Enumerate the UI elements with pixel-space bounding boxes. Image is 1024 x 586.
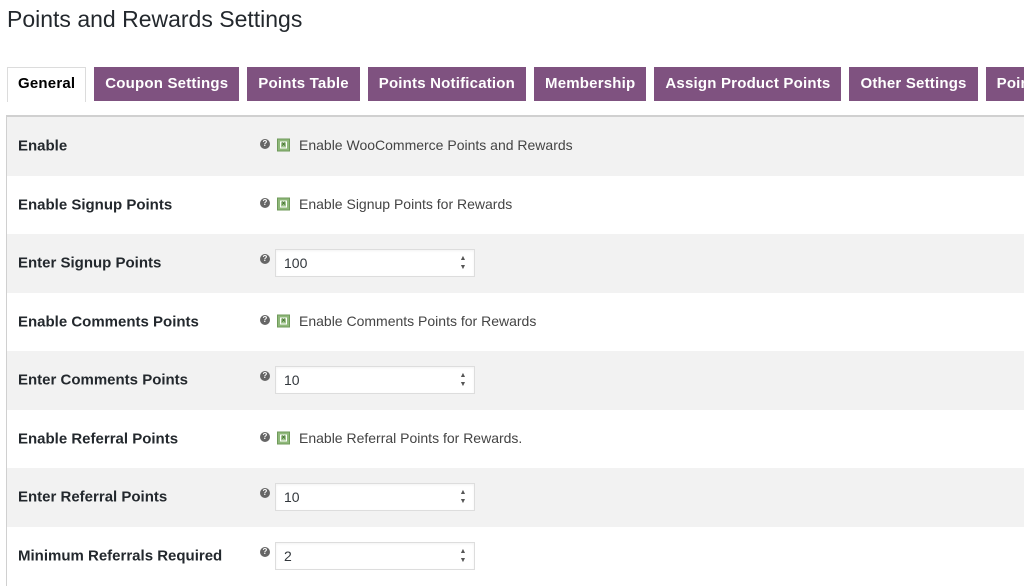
- setting-row-min-referrals: Minimum Referrals Required ? 2 ▲ ▼: [7, 526, 1024, 585]
- setting-label: Enter Referral Points: [18, 488, 168, 506]
- checkbox-label[interactable]: Enable Referral Points for Rewards.: [299, 430, 522, 446]
- help-icon[interactable]: ?: [260, 314, 270, 325]
- number-spinner[interactable]: ▲ ▼: [459, 547, 467, 565]
- settings-table: Enable ? × Enable WooCommerce Points and…: [6, 115, 1024, 586]
- enable-referral-checkbox[interactable]: ×: [277, 431, 290, 445]
- tab-assign-product-points[interactable]: Assign Product Points: [654, 67, 842, 101]
- tab-other-settings[interactable]: Other Settings: [849, 67, 978, 101]
- signup-points-input[interactable]: 100 ▲ ▼: [275, 249, 475, 278]
- setting-row-enable-signup: Enable Signup Points ? × Enable Signup P…: [7, 175, 1024, 234]
- check-icon: ×: [280, 200, 287, 208]
- input-value: 100: [284, 255, 308, 272]
- number-spinner[interactable]: ▲ ▼: [459, 254, 467, 272]
- tab-coupon-settings[interactable]: Coupon Settings: [94, 67, 240, 101]
- setting-row-comments-points: Enter Comments Points ? 10 ▲ ▼: [7, 351, 1024, 410]
- help-icon[interactable]: ?: [260, 546, 270, 557]
- spinner-down-icon[interactable]: ▼: [459, 556, 467, 565]
- tab-points-notification[interactable]: Points Notification: [367, 67, 527, 101]
- setting-row-referral-points: Enter Referral Points ? 10 ▲ ▼: [7, 468, 1024, 527]
- input-value: 10: [284, 372, 300, 389]
- help-icon[interactable]: ?: [260, 488, 270, 498]
- spinner-up-icon[interactable]: ▲: [459, 254, 467, 263]
- help-icon[interactable]: ?: [260, 431, 270, 442]
- comments-points-input[interactable]: 10 ▲ ▼: [275, 366, 475, 395]
- setting-row-enable-comments: Enable Comments Points ? × Enable Commen…: [7, 292, 1024, 351]
- enable-comments-checkbox[interactable]: ×: [277, 314, 290, 328]
- checkbox-label[interactable]: Enable Signup Points for Rewards: [299, 196, 512, 212]
- spinner-down-icon[interactable]: ▼: [459, 497, 467, 506]
- setting-row-enable-referral: Enable Referral Points ? × Enable Referr…: [7, 409, 1024, 468]
- spinner-down-icon[interactable]: ▼: [459, 380, 467, 389]
- tab-points-table[interactable]: Points Table: [247, 67, 360, 101]
- tab-points-expiration[interactable]: Points Exp: [985, 67, 1024, 101]
- tab-general[interactable]: General: [7, 67, 87, 102]
- setting-row-enable: Enable ? × Enable WooCommerce Points and…: [7, 117, 1024, 176]
- help-icon[interactable]: ?: [260, 371, 270, 381]
- spinner-down-icon[interactable]: ▼: [459, 263, 467, 272]
- tab-membership[interactable]: Membership: [534, 67, 647, 101]
- number-spinner[interactable]: ▲ ▼: [459, 371, 467, 389]
- checkbox-label[interactable]: Enable WooCommerce Points and Rewards: [299, 137, 573, 153]
- min-referrals-input[interactable]: 2 ▲ ▼: [275, 541, 475, 570]
- setting-row-signup-points: Enter Signup Points ? 100 ▲ ▼: [7, 234, 1024, 293]
- check-icon: ×: [280, 434, 287, 442]
- page-title: Points and Rewards Settings: [7, 6, 303, 32]
- referral-points-input[interactable]: 10 ▲ ▼: [275, 483, 475, 512]
- input-value: 2: [284, 547, 292, 564]
- help-icon[interactable]: ?: [260, 139, 270, 150]
- setting-label: Enable Referral Points: [18, 430, 179, 448]
- check-icon: ×: [280, 317, 287, 325]
- spinner-up-icon[interactable]: ▲: [459, 547, 467, 556]
- help-icon[interactable]: ?: [260, 254, 270, 264]
- enable-signup-checkbox[interactable]: ×: [277, 197, 290, 211]
- check-icon: ×: [280, 141, 287, 149]
- number-spinner[interactable]: ▲ ▼: [459, 488, 467, 506]
- setting-label: Enter Signup Points: [18, 254, 162, 272]
- help-icon[interactable]: ?: [260, 197, 270, 208]
- input-value: 10: [284, 489, 300, 506]
- setting-label: Enable Signup Points: [18, 196, 173, 214]
- settings-tabs: General Coupon Settings Points Table Points…: [7, 67, 1024, 102]
- setting-label: Enable: [18, 137, 68, 155]
- setting-label: Enter Comments Points: [18, 371, 189, 389]
- setting-label: Enable Comments Points: [18, 313, 199, 331]
- checkbox-label[interactable]: Enable Comments Points for Rewards: [299, 313, 536, 329]
- enable-checkbox[interactable]: ×: [277, 138, 290, 152]
- setting-label: Minimum Referrals Required: [18, 547, 223, 565]
- spinner-up-icon[interactable]: ▲: [459, 488, 467, 497]
- spinner-up-icon[interactable]: ▲: [459, 371, 467, 380]
